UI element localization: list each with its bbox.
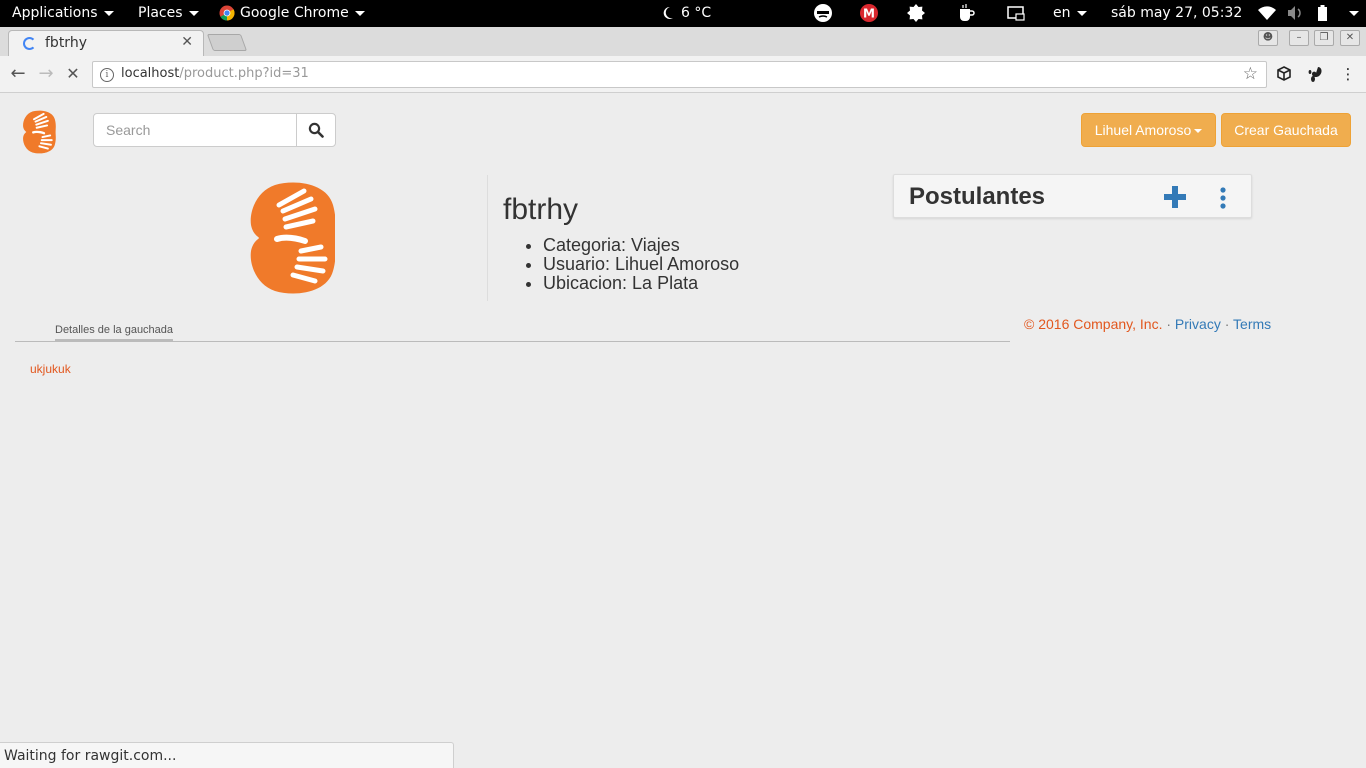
places-label: Places (138, 5, 183, 21)
browser-tab-strip: fbtrhy ✕ (0, 27, 1366, 56)
loading-spinner-icon (23, 37, 36, 50)
product-user: Usuario: Lihuel Amoroso (543, 255, 739, 274)
places-menu[interactable]: Places (138, 0, 199, 27)
maximize-button[interactable]: ❐ (1314, 30, 1334, 46)
site-info-icon[interactable]: i (100, 68, 114, 82)
wifi-icon[interactable] (1257, 3, 1277, 23)
applications-menu[interactable]: Applications (12, 0, 114, 27)
privacy-link[interactable]: Privacy (1175, 316, 1221, 332)
screen-icon[interactable] (1006, 3, 1026, 23)
tab-title: fbtrhy (45, 35, 87, 51)
bookmark-star-icon[interactable]: ☆ (1243, 64, 1258, 84)
caret-down-icon (1194, 129, 1203, 134)
forward-button[interactable]: → (36, 64, 56, 84)
applications-label: Applications (12, 5, 98, 21)
clock-label: sáb may 27, 05:32 (1111, 5, 1243, 21)
url-text: localhost/product.php?id=31 (121, 66, 309, 81)
add-applicant-icon[interactable] (1164, 186, 1186, 208)
chevron-down-icon (1076, 10, 1087, 16)
footer: © 2016 Company, Inc. · Privacy · Terms (1024, 316, 1271, 332)
search-icon (308, 122, 324, 138)
chevron-down-icon (1349, 10, 1359, 16)
product-category: Categoria: Viajes (543, 236, 739, 255)
close-tab-icon[interactable]: ✕ (181, 34, 193, 50)
search-form (93, 113, 336, 147)
web-page: Lihuel Amoroso Crear Gauchada fbtrhy Cat… (0, 93, 1366, 768)
more-options-icon[interactable] (1220, 187, 1226, 209)
weather-label: 6 °C (681, 5, 712, 21)
browser-tab[interactable]: fbtrhy ✕ (8, 30, 204, 56)
tab-details[interactable]: Detalles de la gauchada (55, 324, 174, 342)
svg-text:M: M (863, 7, 875, 21)
terms-link[interactable]: Terms (1233, 316, 1271, 332)
close-window-button[interactable]: ✕ (1340, 30, 1360, 46)
chrome-icon (219, 5, 235, 21)
chevron-down-icon (103, 10, 114, 16)
minimize-button[interactable]: – (1289, 30, 1309, 46)
extension-gnome-icon[interactable] (1307, 65, 1325, 83)
product-location: Ubicacion: La Plata (543, 274, 739, 293)
stop-loading-button[interactable]: ✕ (63, 64, 83, 84)
clock[interactable]: sáb may 27, 05:32 (1111, 0, 1242, 27)
chevron-down-icon (188, 10, 199, 16)
footer-separator: · (1224, 316, 1230, 332)
battery-icon[interactable] (1313, 3, 1333, 23)
extension-cube-icon[interactable] (1275, 65, 1293, 83)
chevron-down-icon (354, 10, 365, 16)
applicants-title: Postulantes (909, 183, 1046, 210)
footer-separator: · (1166, 316, 1172, 332)
create-gauchada-button[interactable]: Crear Gauchada (1221, 113, 1351, 147)
divider (487, 175, 488, 301)
profile-icon[interactable]: ☻ (1258, 30, 1278, 46)
app-label: Google Chrome (240, 5, 349, 21)
brand-logo[interactable] (22, 110, 56, 154)
language-indicator[interactable]: en (1053, 0, 1087, 27)
system-top-bar: Applications Places Google Chrome 6 °C M… (0, 0, 1366, 27)
search-button[interactable] (296, 113, 336, 147)
coffee-icon[interactable] (956, 3, 976, 23)
applicants-panel: Postulantes (893, 174, 1252, 218)
url-path: /product.php?id=31 (179, 66, 309, 81)
user-menu-button[interactable]: Lihuel Amoroso (1081, 113, 1216, 147)
back-button[interactable]: ← (8, 64, 28, 84)
browser-toolbar: ← → ✕ i localhost/product.php?id=31 ☆ ⋮ (0, 56, 1366, 93)
settings-badge-icon[interactable] (906, 3, 926, 23)
language-label: en (1053, 5, 1071, 21)
url-host: localhost (121, 66, 180, 81)
new-tab-button[interactable] (206, 34, 248, 51)
details-content: ukjukuk (30, 362, 71, 376)
volume-icon[interactable] (1285, 3, 1305, 23)
moon-icon (663, 6, 673, 19)
app-menu[interactable]: Google Chrome (219, 0, 365, 27)
footer-copyright: © 2016 Company, Inc. (1024, 316, 1163, 332)
create-gauchada-label: Crear Gauchada (1234, 122, 1338, 138)
search-input[interactable] (93, 113, 297, 147)
user-menu-label: Lihuel Amoroso (1094, 122, 1192, 138)
mega-icon[interactable]: M (859, 3, 879, 23)
tray-face-icon[interactable] (813, 3, 833, 23)
status-bubble: Waiting for rawgit.com... (0, 742, 454, 768)
product-details-list: Categoria: Viajes Usuario: Lihuel Amoros… (543, 236, 739, 293)
product-title: fbtrhy (503, 193, 579, 226)
product-image (250, 182, 335, 294)
browser-menu-icon[interactable]: ⋮ (1339, 65, 1357, 83)
address-bar[interactable]: i localhost/product.php?id=31 ☆ (92, 61, 1267, 88)
weather-indicator[interactable]: 6 °C (662, 0, 711, 27)
system-menu[interactable] (1343, 0, 1359, 27)
